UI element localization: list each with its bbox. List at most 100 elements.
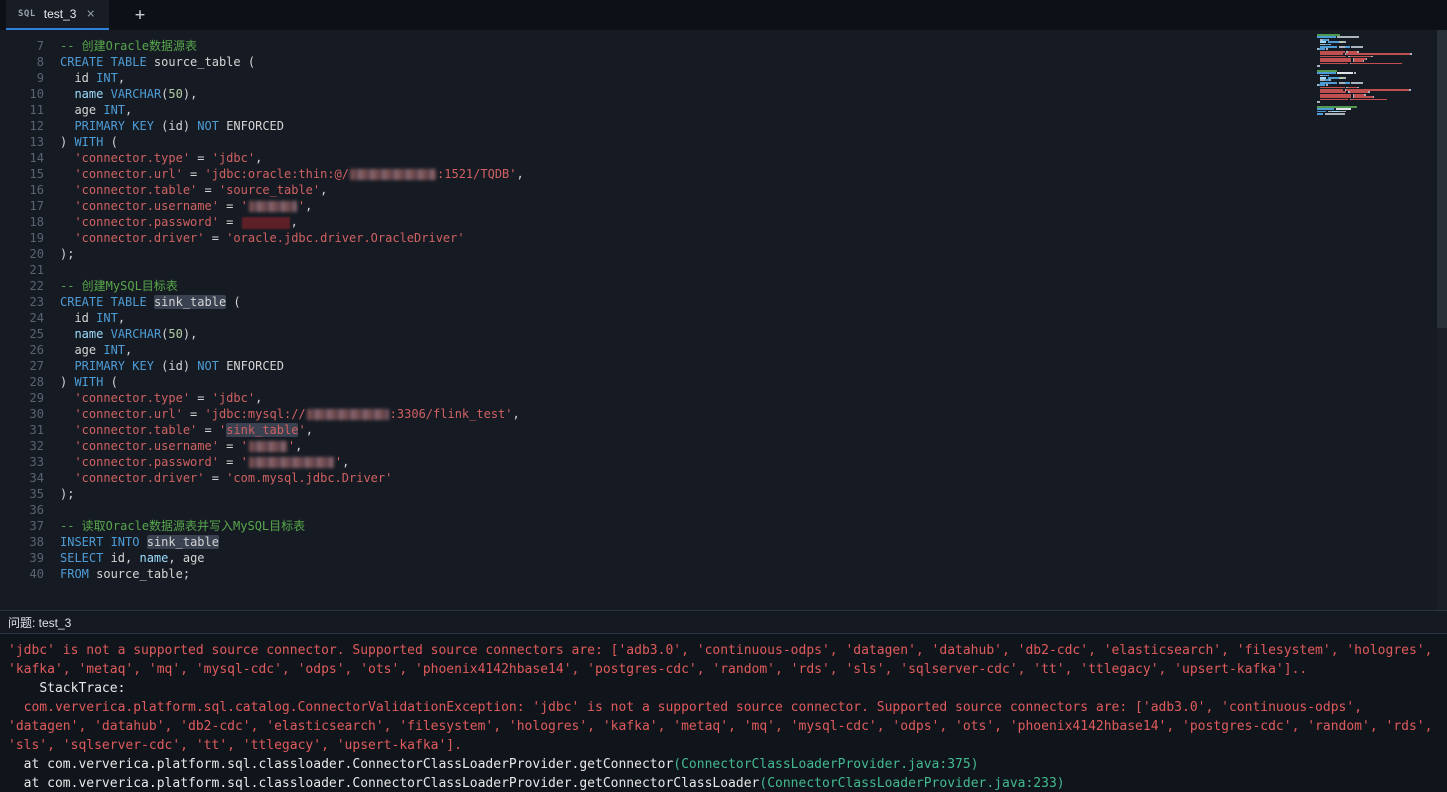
code-segment: , bbox=[320, 183, 328, 197]
code-segment: 'connector.driver' bbox=[74, 471, 205, 485]
code-segment: :1521/TQDB' bbox=[437, 167, 517, 181]
line-number: 8 bbox=[36, 55, 44, 69]
code-segment: , bbox=[512, 407, 520, 421]
code-line-40[interactable]: 40 FROM source_table; bbox=[0, 566, 1447, 582]
code-segment: , bbox=[125, 343, 133, 357]
line-number: 17 bbox=[29, 199, 44, 213]
line-number: 33 bbox=[29, 455, 44, 469]
line-number: 25 bbox=[29, 327, 44, 341]
code-segment: 'source_table' bbox=[218, 183, 321, 197]
code-line-37[interactable]: 37 -- 读取Oracle数据源表并写入MySQL目标表 bbox=[0, 518, 1447, 534]
code-segment: NOT bbox=[197, 359, 219, 373]
code-lines[interactable]: 7 -- 创建Oracle数据源表 8 CREATE TABLE source_tab… bbox=[0, 30, 1447, 582]
code-line-15[interactable]: 15 'connector.url' = 'jdbc:oracle:thin:@… bbox=[0, 166, 1447, 182]
tab-close-icon[interactable]: × bbox=[84, 5, 96, 23]
line-number: 23 bbox=[29, 295, 44, 309]
new-tab-button[interactable]: + bbox=[121, 0, 159, 30]
code-line-24[interactable]: 24 id INT, bbox=[0, 310, 1447, 326]
code-segment: CREATE TABLE bbox=[60, 55, 147, 69]
output-text: at com.ververica.platform.sql.classloade… bbox=[8, 776, 760, 791]
code-line-38[interactable]: 38 INSERT INTO sink_table bbox=[0, 534, 1447, 550]
code-segment: source_table; bbox=[88, 567, 191, 581]
code-line-36[interactable]: 36 bbox=[0, 502, 1447, 518]
code-segment: PRIMARY KEY bbox=[74, 359, 154, 373]
code-segment: 'connector.type' bbox=[74, 391, 191, 405]
code-line-20[interactable]: 20); bbox=[0, 246, 1447, 262]
editor-scrollbar[interactable] bbox=[1437, 30, 1447, 610]
code-segment: 'jdbc:mysql:// bbox=[204, 407, 306, 421]
code-segment: ), bbox=[182, 327, 198, 341]
scrollbar-thumb[interactable] bbox=[1437, 30, 1447, 328]
minimap[interactable] bbox=[1317, 34, 1435, 115]
code-segment: ( bbox=[103, 375, 118, 389]
code-segment: = bbox=[197, 183, 219, 197]
code-line-16[interactable]: 16 'connector.table' = 'source_table', bbox=[0, 182, 1447, 198]
code-segment: 'connector.driver' bbox=[74, 231, 205, 245]
code-editor[interactable]: 7 -- 创建Oracle数据源表 8 CREATE TABLE source_tab… bbox=[0, 30, 1447, 610]
line-number: 31 bbox=[29, 423, 44, 437]
tab-bar: SQL test_3 × + bbox=[0, 0, 1447, 30]
sql-file-icon: SQL bbox=[18, 9, 36, 19]
code-line-39[interactable]: 39 SELECT id, name, age bbox=[0, 550, 1447, 566]
output-line: com.ververica.platform.sql.catalog.Conne… bbox=[8, 698, 1439, 755]
code-line-29[interactable]: 29 'connector.type' = 'jdbc', bbox=[0, 390, 1447, 406]
code-line-7[interactable]: 7 -- 创建Oracle数据源表 bbox=[0, 38, 1447, 54]
code-line-28[interactable]: 28) WITH ( bbox=[0, 374, 1447, 390]
code-segment: ); bbox=[60, 247, 75, 261]
code-line-17[interactable]: 17 'connector.username' = ' ', bbox=[0, 198, 1447, 214]
code-line-8[interactable]: 8 CREATE TABLE source_table ( bbox=[0, 54, 1447, 70]
code-segment: age bbox=[60, 103, 104, 117]
code-line-21[interactable]: 21 bbox=[0, 262, 1447, 278]
code-line-22[interactable]: 22 -- 创建MySQL目标表 bbox=[0, 278, 1447, 294]
code-line-27[interactable]: 27 PRIMARY KEY (id) NOT ENFORCED bbox=[0, 358, 1447, 374]
code-segment: , bbox=[295, 439, 303, 453]
code-segment: sink_table bbox=[153, 295, 227, 309]
code-line-19[interactable]: 19 'connector.driver' = 'oracle.jdbc.dri… bbox=[0, 230, 1447, 246]
code-line-14[interactable]: 14 'connector.type' = 'jdbc', bbox=[0, 150, 1447, 166]
code-segment: age bbox=[60, 343, 104, 357]
code-line-18[interactable]: 18 'connector.password' = , bbox=[0, 214, 1447, 230]
line-number: 37 bbox=[29, 519, 44, 533]
code-line-35[interactable]: 35); bbox=[0, 486, 1447, 502]
output-text: com.ververica.platform.sql.catalog.Conne… bbox=[8, 700, 1441, 753]
code-line-9[interactable]: 9 id INT, bbox=[0, 70, 1447, 86]
stack-trace-link[interactable]: (ConnectorClassLoaderProvider.java:233) bbox=[759, 776, 1064, 791]
code-segment: = bbox=[204, 471, 227, 485]
code-line-26[interactable]: 26 age INT, bbox=[0, 342, 1447, 358]
code-segment: 'connector.type' bbox=[74, 151, 191, 165]
code-line-33[interactable]: 33 'connector.password' = ' ', bbox=[0, 454, 1447, 470]
code-line-13[interactable]: 13) WITH ( bbox=[0, 134, 1447, 150]
code-segment: CREATE TABLE bbox=[60, 295, 147, 309]
code-line-30[interactable]: 30 'connector.url' = 'jdbc:mysql://:3306… bbox=[0, 406, 1447, 422]
code-segment: 'connector.table' bbox=[74, 183, 198, 197]
code-segment: WITH bbox=[74, 135, 104, 149]
code-segment: 'connector.username' bbox=[74, 199, 219, 213]
code-line-23[interactable]: 23 CREATE TABLE sink_table ( bbox=[0, 294, 1447, 310]
code-line-25[interactable]: 25 name VARCHAR(50), bbox=[0, 326, 1447, 342]
line-number: 30 bbox=[29, 407, 44, 421]
code-segment: = bbox=[190, 151, 212, 165]
code-line-32[interactable]: 32 'connector.username' = ' ', bbox=[0, 438, 1447, 454]
code-segment: PRIMARY KEY bbox=[74, 119, 154, 133]
redacted-text bbox=[306, 409, 389, 420]
code-segment: id bbox=[60, 71, 97, 85]
line-number: 12 bbox=[29, 119, 44, 133]
line-number: 16 bbox=[29, 183, 44, 197]
code-segment: 'connector.password' bbox=[74, 215, 219, 229]
code-line-12[interactable]: 12 PRIMARY KEY (id) NOT ENFORCED bbox=[0, 118, 1447, 134]
code-segment: , bbox=[255, 391, 263, 405]
line-number: 40 bbox=[29, 567, 44, 581]
code-line-34[interactable]: 34 'connector.driver' = 'com.mysql.jdbc.… bbox=[0, 470, 1447, 486]
code-line-31[interactable]: 31 'connector.table' = 'sink_table', bbox=[0, 422, 1447, 438]
code-line-10[interactable]: 10 name VARCHAR(50), bbox=[0, 86, 1447, 102]
stack-trace-link[interactable]: (ConnectorClassLoaderProvider.java:375) bbox=[673, 757, 978, 772]
code-segment: ) bbox=[60, 375, 75, 389]
code-segment: 50 bbox=[168, 327, 183, 341]
tab-test-3[interactable]: SQL test_3 × bbox=[6, 0, 109, 30]
code-line-11[interactable]: 11 age INT, bbox=[0, 102, 1447, 118]
code-segment: -- 创建Oracle数据源表 bbox=[60, 39, 198, 53]
